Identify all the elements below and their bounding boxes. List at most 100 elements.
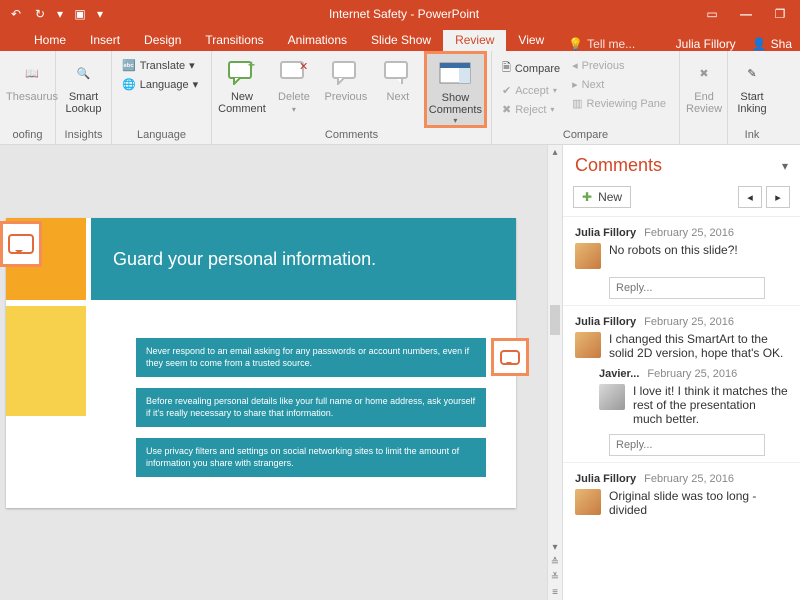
end-review-button[interactable]: ✖ End Review [686,53,722,115]
restore-icon[interactable]: ❐ [764,4,796,24]
slide[interactable]: Guard your personal information. Never r… [6,218,516,508]
next-icon: ▸ [572,78,578,91]
next-change-button[interactable]: ▸Next [568,76,670,93]
group-language: 🔤 Translate ▾ 🌐 Language ▾ Language [112,51,212,144]
pane-icon: ▥ [572,97,582,110]
minimize-icon[interactable]: — [730,4,762,24]
show-comments-button[interactable]: Show Comments ▾ [426,53,485,126]
delete-comment-button[interactable]: ✕ Delete ▾ [270,53,318,114]
start-inking-button[interactable]: ✎ Start Inking [734,53,770,115]
comment-date: February 25, 2016 [644,473,734,485]
group-label-comments: Comments [218,127,485,144]
group-label-proofing: oofing [6,127,49,144]
new-comment-button[interactable]: + New Comment [218,53,266,115]
accept-icon: ✔ [502,84,511,97]
next-comment-nav-button[interactable]: ▸ [766,186,790,208]
reply-input[interactable] [609,277,765,299]
undo-icon[interactable]: ↶ [6,4,26,24]
start-from-beginning-icon[interactable]: ▣ [70,4,90,24]
comments-pane: Comments ▾ ✚ New ◂ ▸ Julia Fillory Febru… [562,145,800,600]
compare-button[interactable]: 🗎Compare [498,57,564,80]
previous-comment-button[interactable]: Previous [322,53,370,103]
qat-dropdown-icon[interactable]: ▾ [54,4,66,24]
tab-insert[interactable]: Insert [78,30,132,51]
tab-slideshow[interactable]: Slide Show [359,30,443,51]
ink-icon: ✎ [736,57,768,89]
quick-access-toolbar: ↶ ↻ ▾ ▣ ▾ [0,4,112,24]
svg-text:✕: ✕ [299,61,308,73]
delete-comment-icon: ✕ [278,57,310,89]
window-controls: ▭ — ❐ [696,4,800,24]
next-slide-icon[interactable]: ≚ [548,570,562,585]
comment-author: Julia Fillory [575,473,636,485]
comment-marker-highlight[interactable] [0,221,42,267]
scroll-up-icon[interactable]: ▴ [548,145,562,160]
reject-icon: ✖ [502,103,511,116]
signed-in-user[interactable]: Julia Fillory [668,37,744,51]
next-comment-button[interactable]: Next [374,53,422,103]
lightbulb-icon: 💡 [568,37,583,51]
language-button[interactable]: 🌐 Language ▾ [118,76,202,93]
accept-button[interactable]: ✔Accept ▾ [498,82,564,99]
tab-view[interactable]: View [506,30,556,51]
tab-home[interactable]: Home [22,30,78,51]
comment-marker-highlight-2[interactable] [491,338,529,376]
qat-dropdown2-icon[interactable]: ▾ [94,4,106,24]
tab-animations[interactable]: Animations [276,30,359,51]
comments-toolbar: ✚ New ◂ ▸ [563,182,800,217]
prev-comment-icon: ◂ [747,191,753,204]
show-comments-icon [439,58,471,90]
slide-nav-icon[interactable]: ≡ [548,585,562,600]
new-comment-icon: + [226,57,258,89]
end-review-icon: ✖ [688,57,720,89]
tab-design[interactable]: Design [132,30,193,51]
comment-date: February 25, 2016 [644,227,734,239]
reply-text: I love it! I think it matches the rest o… [633,384,788,426]
slide-bullet-3: Use privacy filters and settings on soci… [136,438,486,477]
reply-date: February 25, 2016 [647,368,737,380]
previous-slide-icon[interactable]: ≙ [548,555,562,570]
ribbon-tabs: Home Insert Design Transitions Animation… [0,28,800,51]
pane-menu-icon[interactable]: ▾ [782,159,788,173]
redo-icon[interactable]: ↻ [30,4,50,24]
comment-thread[interactable]: Julia Fillory February 25, 2016 No robot… [563,217,800,306]
comments-pane-header: Comments ▾ [563,145,800,182]
reviewing-pane-button[interactable]: ▥Reviewing Pane [568,95,670,112]
previous-change-button[interactable]: ◂Previous [568,57,670,74]
previous-comment-icon [330,57,362,89]
reply-input[interactable] [609,434,765,456]
slide-bullet-1: Never respond to an email asking for any… [136,338,486,377]
reject-button[interactable]: ✖Reject ▾ [498,101,564,118]
share-button[interactable]: 👤 Sha [744,37,800,51]
group-label-language: Language [118,127,205,144]
comment-thread[interactable]: Julia Fillory February 25, 2016 I change… [563,306,800,463]
comment-author: Julia Fillory [575,316,636,328]
tab-review[interactable]: Review [443,30,506,51]
slide-title-bar: Guard your personal information. [91,218,516,300]
group-proofing: 📖 Thesaurus oofing [0,51,56,144]
comment-text: No robots on this slide?! [609,243,738,269]
avatar [575,489,601,515]
scroll-thumb[interactable] [550,305,560,335]
scroll-down-icon[interactable]: ▾ [548,540,562,555]
tell-me-search[interactable]: 💡 Tell me... [568,37,635,51]
prev-comment-nav-button[interactable]: ◂ [738,186,762,208]
person-icon: 👤 [752,37,767,51]
group-label-ink: Ink [734,127,770,144]
translate-button[interactable]: 🔤 Translate ▾ [118,57,202,74]
ribbon-display-options-icon[interactable]: ▭ [696,4,728,24]
slide-area[interactable]: Guard your personal information. Never r… [0,145,562,600]
group-label-insights: Insights [62,127,105,144]
group-insights: 🔍 Smart Lookup Insights [56,51,112,144]
comment-thread[interactable]: Julia Fillory February 25, 2016 Original… [563,463,800,523]
new-comment-pane-button[interactable]: ✚ New [573,186,631,208]
tab-transitions[interactable]: Transitions [193,30,275,51]
chevron-down-icon: ▾ [292,105,296,114]
thesaurus-button[interactable]: 📖 Thesaurus [6,53,58,103]
group-end-review: ✖ End Review [680,51,728,144]
group-label-compare: Compare [498,127,673,144]
translate-icon: 🔤 [122,59,136,72]
smart-lookup-button[interactable]: 🔍 Smart Lookup [62,53,105,115]
vertical-scrollbar[interactable]: ▴ ▾ ≙ ≚ ≡ [547,145,562,600]
chevron-down-icon: ▾ [193,78,199,91]
